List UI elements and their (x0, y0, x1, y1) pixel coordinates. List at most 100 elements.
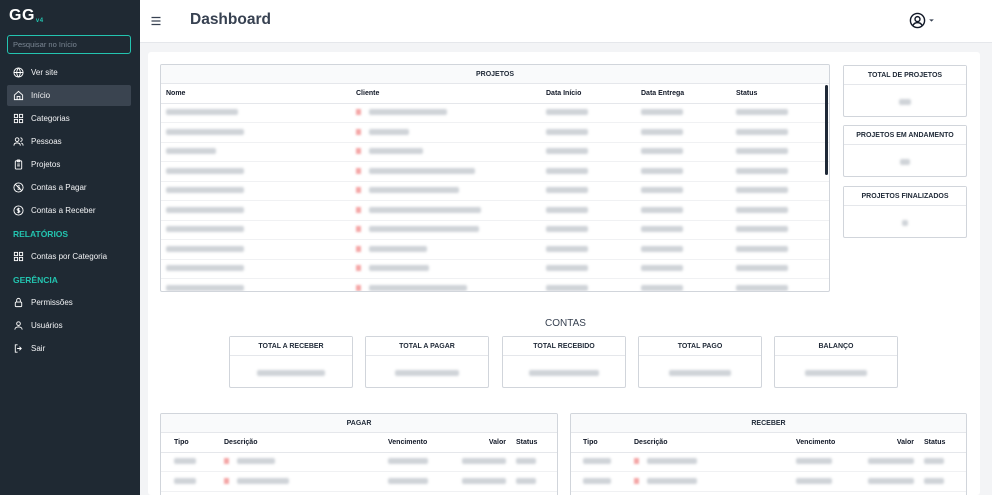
app-logo[interactable]: GGv4 (9, 7, 44, 25)
sidebar-item-projetos[interactable]: Projetos (7, 154, 131, 175)
sidebar-item-inicio[interactable]: Início (7, 85, 131, 106)
card-label: TOTAL A PAGAR (366, 337, 488, 356)
card-total-receber: TOTAL A RECEBER (229, 336, 353, 388)
user-icon (14, 321, 23, 330)
sidebar-item-contas-receber[interactable]: Contas a Receber (7, 200, 131, 221)
card-label: BALANÇO (775, 337, 897, 356)
pagar-title: PAGAR (161, 414, 557, 433)
pagar-table: Tipo Descrição Vencimento Valor Status (161, 433, 557, 492)
col-valor[interactable]: Valor (455, 433, 511, 453)
card-value (775, 356, 897, 389)
sidebar-item-ver-site[interactable]: Ver site (7, 62, 131, 83)
col-tipo[interactable]: Tipo (571, 433, 629, 453)
sidebar-item-label: Permissões (31, 298, 73, 307)
sidebar-item-label: Sair (31, 344, 46, 353)
sidebar-item-contas-categoria[interactable]: Contas por Categoria (7, 246, 131, 267)
table-row[interactable] (161, 259, 829, 279)
col-tipo[interactable]: Tipo (161, 433, 219, 453)
col-status[interactable]: Status (511, 433, 557, 453)
stat-value (844, 206, 966, 239)
col-data-inicio[interactable]: Data Início (541, 84, 636, 104)
stat-projetos-finalizados: PROJETOS FINALIZADOS (843, 186, 967, 238)
sidebar-nav: Ver site Início Categorias Pessoas Proje… (7, 62, 131, 361)
sidebar-item-label: Categorias (31, 114, 70, 123)
section-relatorios: RELATÓRIOS (13, 228, 69, 239)
card-total-recebido: TOTAL RECEBIDO (502, 336, 626, 388)
card-value (366, 356, 488, 389)
grid-icon (13, 113, 24, 124)
projects-title: PROJETOS (161, 65, 829, 84)
card-label: TOTAL PAGO (639, 337, 761, 356)
col-nome[interactable]: Nome (161, 84, 351, 104)
stat-value (844, 85, 966, 118)
table-row[interactable] (161, 239, 829, 260)
chevron-down-icon (929, 19, 934, 22)
sidebar-item-sair[interactable]: Sair (7, 338, 131, 359)
table-header-row: Tipo Descrição Vencimento Valor Status (161, 433, 557, 453)
table-row[interactable] (161, 142, 829, 162)
receber-table: Tipo Descrição Vencimento Valor Status (571, 433, 966, 492)
sidebar-item-label: Usuários (31, 321, 63, 330)
stat-value (844, 145, 966, 178)
home-icon (13, 90, 24, 101)
hamburger-menu-icon[interactable] (150, 15, 162, 27)
sidebar-item-label: Contas a Receber (31, 206, 96, 215)
card-value (230, 356, 352, 389)
col-cliente[interactable]: Cliente (351, 84, 541, 104)
sidebar-item-categorias[interactable]: Categorias (7, 108, 131, 129)
col-data-entrega[interactable]: Data Entrega (636, 84, 731, 104)
sidebar-item-pessoas[interactable]: Pessoas (7, 131, 131, 152)
stat-label: PROJETOS EM ANDAMENTO (844, 126, 966, 145)
table-row[interactable] (571, 471, 966, 492)
projects-scrollbar[interactable] (825, 85, 828, 175)
sidebar-item-label: Ver site (31, 68, 58, 77)
col-vencimento[interactable]: Vencimento (791, 433, 863, 453)
user-menu-button[interactable] (909, 12, 935, 29)
col-descricao[interactable]: Descrição (629, 433, 791, 453)
table-row[interactable] (571, 452, 966, 472)
col-valor[interactable]: Valor (863, 433, 919, 453)
col-vencimento[interactable]: Vencimento (383, 433, 455, 453)
table-row[interactable] (161, 278, 829, 291)
receber-panel: RECEBER Tipo Descrição Vencimento Valor … (570, 413, 967, 495)
stat-label: TOTAL DE PROJETOS (844, 66, 966, 85)
projects-panel: PROJETOS Nome Cliente Data Início Data E… (160, 64, 830, 292)
stat-label: PROJETOS FINALIZADOS (844, 187, 966, 206)
sidebar-item-permissoes[interactable]: Permissões (7, 292, 131, 313)
table-row[interactable] (161, 220, 829, 240)
sidebar-item-usuarios[interactable]: Usuários (7, 315, 131, 336)
logout-icon (14, 344, 22, 353)
globe-icon (13, 67, 24, 78)
col-status[interactable]: Status (919, 433, 966, 453)
col-status[interactable]: Status (731, 84, 829, 104)
search-input[interactable] (7, 35, 131, 54)
user-circle-icon (909, 12, 926, 29)
table-row[interactable] (161, 161, 829, 182)
table-row[interactable] (161, 471, 557, 492)
sidebar: GGv4 Ver site Início Categorias Pessoas … (0, 0, 140, 495)
clipboard-icon (14, 159, 23, 170)
no-money-icon (13, 182, 24, 193)
sidebar-item-contas-pagar[interactable]: Contas a Pagar (7, 177, 131, 198)
stat-total-projetos: TOTAL DE PROJETOS (843, 65, 967, 117)
contas-heading: CONTAS (545, 318, 586, 329)
grid-icon (13, 251, 24, 262)
card-balanco: BALANÇO (774, 336, 898, 388)
table-row[interactable] (161, 181, 829, 201)
stat-projetos-andamento: PROJETOS EM ANDAMENTO (843, 125, 967, 177)
receber-title: RECEBER (571, 414, 966, 433)
users-icon (13, 137, 24, 146)
table-row[interactable] (161, 452, 557, 472)
col-descricao[interactable]: Descrição (219, 433, 383, 453)
card-value (639, 356, 761, 389)
table-row[interactable] (161, 122, 829, 143)
table-row[interactable] (161, 200, 829, 221)
table-row[interactable] (161, 103, 829, 123)
top-bar: Dashboard (140, 0, 992, 43)
projects-table: Nome Cliente Data Início Data Entrega St… (161, 84, 829, 291)
sidebar-item-label: Início (31, 91, 51, 100)
sidebar-item-label: Pessoas (31, 137, 62, 146)
card-value (503, 356, 625, 389)
pagar-panel: PAGAR Tipo Descrição Vencimento Valor St… (160, 413, 558, 495)
table-header-row: Tipo Descrição Vencimento Valor Status (571, 433, 966, 453)
